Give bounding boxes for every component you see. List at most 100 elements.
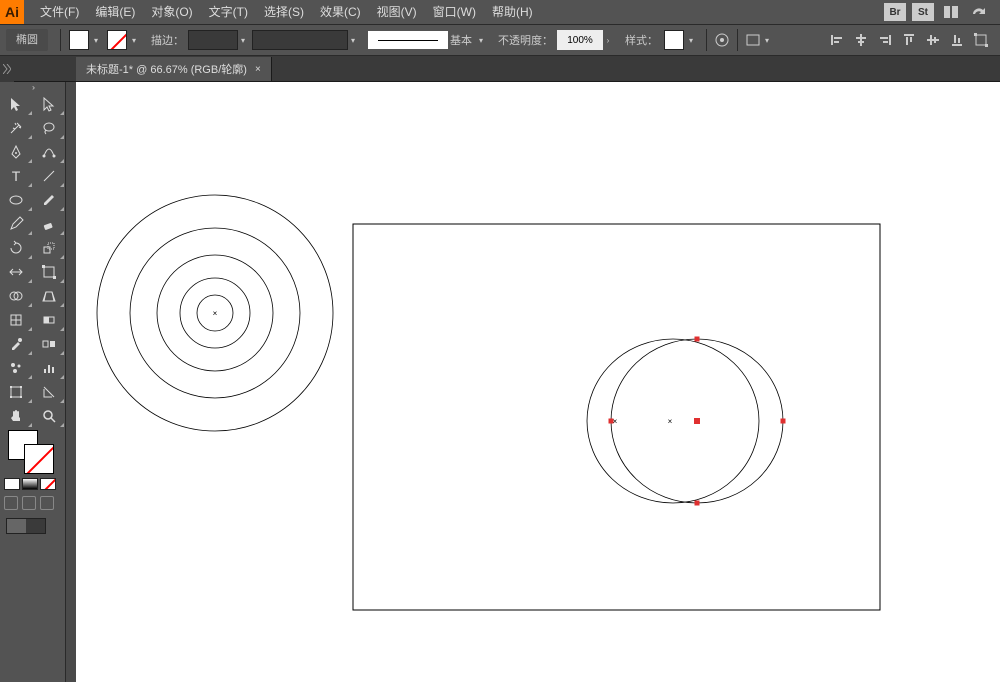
- draw-inside-icon[interactable]: [40, 496, 54, 510]
- menu-object[interactable]: 对象(O): [143, 0, 200, 24]
- selection-tool[interactable]: [0, 92, 33, 116]
- pencil-tool[interactable]: [0, 212, 33, 236]
- draw-normal-icon[interactable]: [4, 496, 18, 510]
- stock-icon[interactable]: St: [912, 3, 934, 21]
- menu-view[interactable]: 视图(V): [369, 0, 425, 24]
- free-transform-tool[interactable]: [33, 260, 66, 284]
- fill-swatch[interactable]: [69, 30, 89, 50]
- stroke-dropdown[interactable]: ▾: [129, 31, 139, 49]
- ellipse-tool[interactable]: [0, 188, 33, 212]
- variable-width-dropdown[interactable]: ▾: [348, 31, 358, 49]
- width-tool[interactable]: [0, 260, 33, 284]
- opacity-input[interactable]: 100%: [557, 30, 603, 50]
- arrange-icon[interactable]: [940, 3, 962, 21]
- svg-text:×: ×: [613, 417, 618, 426]
- paintbrush-tool[interactable]: [33, 188, 66, 212]
- blend-tool[interactable]: [33, 332, 66, 356]
- graphic-style-label: 样式：: [625, 32, 658, 48]
- align-hcenter-icon[interactable]: [852, 31, 870, 49]
- recolor-icon[interactable]: [713, 31, 731, 49]
- zoom-tool[interactable]: [33, 404, 66, 428]
- menu-type[interactable]: 文字(T): [201, 0, 256, 24]
- tools-panel: T: [0, 82, 66, 682]
- menu-window[interactable]: 窗口(W): [425, 0, 484, 24]
- align-top-icon[interactable]: [900, 31, 918, 49]
- active-tool-label: 椭圆: [6, 29, 48, 51]
- color-mode-none[interactable]: [40, 478, 56, 490]
- color-picker[interactable]: [0, 428, 65, 476]
- align-right-icon[interactable]: [876, 31, 894, 49]
- curvature-tool[interactable]: [33, 140, 66, 164]
- hand-tool[interactable]: [0, 404, 33, 428]
- svg-text:T: T: [12, 168, 21, 184]
- tabbar-collapse-handle[interactable]: [0, 56, 14, 82]
- doc-setup-icon[interactable]: [744, 31, 762, 49]
- pen-tool[interactable]: [0, 140, 33, 164]
- tab-close-icon[interactable]: ×: [255, 64, 261, 75]
- draw-mode-row: [0, 492, 65, 514]
- brush-dropdown[interactable]: ▾: [476, 31, 486, 49]
- align-vcenter-icon[interactable]: [924, 31, 942, 49]
- svg-text:×: ×: [668, 417, 673, 426]
- magic-wand-tool[interactable]: [0, 116, 33, 140]
- screen-mode-toggle[interactable]: [6, 518, 46, 534]
- fill-dropdown[interactable]: ▾: [91, 31, 101, 49]
- type-tool[interactable]: T: [0, 164, 33, 188]
- column-graph-tool[interactable]: [33, 356, 66, 380]
- divider: [706, 29, 707, 51]
- symbol-sprayer-tool[interactable]: [0, 356, 33, 380]
- canvas-area[interactable]: × × ×: [76, 82, 1000, 682]
- artboard-tool[interactable]: [0, 380, 33, 404]
- opacity-dropdown[interactable]: ›: [603, 31, 613, 49]
- menubar-right: Br St: [884, 3, 1000, 21]
- tab-title: 未标题-1* @ 66.67% (RGB/轮廓): [86, 61, 247, 77]
- menu-select[interactable]: 选择(S): [256, 0, 312, 24]
- gradient-tool[interactable]: [33, 308, 66, 332]
- lasso-tool[interactable]: [33, 116, 66, 140]
- scale-tool[interactable]: [33, 236, 66, 260]
- stroke-swatch[interactable]: [107, 30, 127, 50]
- perspective-tool[interactable]: [33, 284, 66, 308]
- variable-width-profile[interactable]: [252, 30, 348, 50]
- menu-effect[interactable]: 效果(C): [312, 0, 369, 24]
- align-bottom-icon[interactable]: [948, 31, 966, 49]
- menu-file[interactable]: 文件(F): [32, 0, 87, 24]
- svg-text:×: ×: [213, 309, 218, 318]
- stroke-weight-dropdown[interactable]: ▾: [238, 31, 248, 49]
- eyedropper-tool[interactable]: [0, 332, 33, 356]
- transform-icon[interactable]: [972, 31, 990, 49]
- bridge-icon[interactable]: Br: [884, 3, 906, 21]
- align-left-icon[interactable]: [828, 31, 846, 49]
- stroke-color[interactable]: [24, 444, 54, 474]
- brush-definition[interactable]: [368, 31, 448, 49]
- tools-panel-handle[interactable]: [0, 82, 65, 92]
- app-logo: Ai: [0, 0, 24, 24]
- draw-behind-icon[interactable]: [22, 496, 36, 510]
- eraser-tool[interactable]: [33, 212, 66, 236]
- divider: [60, 29, 61, 51]
- stroke-weight-label: 描边：: [151, 32, 184, 48]
- slice-tool[interactable]: [33, 380, 66, 404]
- divider: [737, 29, 738, 51]
- graphic-style-dropdown[interactable]: ▾: [686, 31, 696, 49]
- menubar: Ai 文件(F) 编辑(E) 对象(O) 文字(T) 选择(S) 效果(C) 视…: [0, 0, 1000, 24]
- doc-setup-dropdown[interactable]: ▾: [762, 31, 772, 49]
- sync-icon[interactable]: [968, 3, 990, 21]
- shape-builder-tool[interactable]: [0, 284, 33, 308]
- mesh-tool[interactable]: [0, 308, 33, 332]
- line-tool[interactable]: [33, 164, 66, 188]
- color-mode-gradient[interactable]: [22, 478, 38, 490]
- stroke-weight-input[interactable]: [188, 30, 238, 50]
- align-group: [828, 31, 1000, 49]
- direct-selection-tool[interactable]: [33, 92, 66, 116]
- rotate-tool[interactable]: [0, 236, 33, 260]
- menu-help[interactable]: 帮助(H): [484, 0, 541, 24]
- color-mode-row: [0, 476, 65, 492]
- document-tab[interactable]: 未标题-1* @ 66.67% (RGB/轮廓) ×: [76, 57, 272, 81]
- canvas-svg: × × ×: [76, 82, 1000, 682]
- menu-edit[interactable]: 编辑(E): [87, 0, 143, 24]
- control-bar: 椭圆 ▾ ▾ 描边： ▾ ▾ 基本 ▾ 不透明度： 100% › 样式： ▾ ▾: [0, 24, 1000, 56]
- graphic-style-swatch[interactable]: [664, 30, 684, 50]
- brush-style-label: 基本: [450, 32, 472, 48]
- color-mode-solid[interactable]: [4, 478, 20, 490]
